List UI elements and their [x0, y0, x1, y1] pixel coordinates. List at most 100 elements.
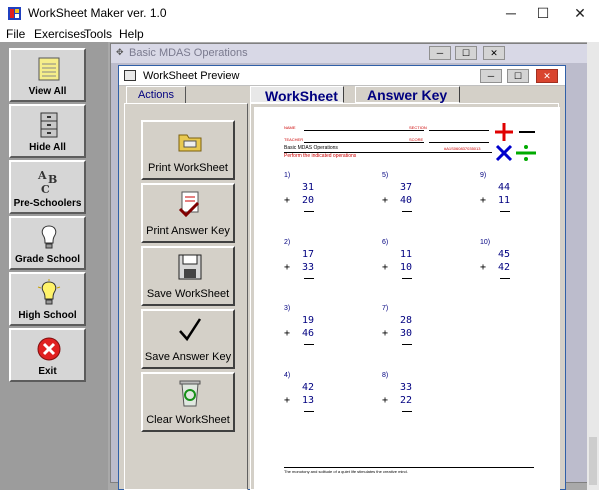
problem-item: 4) 42 +13: [284, 372, 326, 432]
problem-operand-b: 42: [497, 262, 510, 273]
teacher-line: [304, 142, 424, 143]
window-menu-icon[interactable]: ✥: [116, 47, 124, 58]
problem-operator: +: [284, 262, 291, 273]
save-worksheet-button[interactable]: Save WorkSheet: [141, 246, 235, 306]
svg-text:C: C: [41, 183, 50, 195]
tab-actions[interactable]: Actions: [126, 86, 186, 104]
score-line: [429, 142, 489, 143]
problem-operand-b: 40: [399, 195, 412, 206]
problem-number: 9): [480, 172, 487, 179]
pre-schoolers-button[interactable]: A B C Pre-Schoolers: [9, 160, 86, 214]
floppy-disk-icon: [178, 254, 202, 280]
footer-quote: The monotony and solitude of a quiet lif…: [284, 469, 408, 474]
problem-operand-b: 30: [399, 328, 412, 339]
grade-school-button[interactable]: Grade School: [9, 216, 86, 270]
problem-operator: +: [284, 395, 291, 406]
scrollbar-thumb[interactable]: [589, 437, 597, 485]
tab-answer-key-label: Answer Key: [367, 87, 448, 103]
problem-operand-a: 31: [301, 182, 314, 193]
exit-button[interactable]: Exit: [9, 328, 86, 382]
problem-operand-b: 46: [301, 328, 314, 339]
preview-window-icon: [124, 70, 136, 81]
problem-operator: +: [382, 328, 389, 339]
preview-title: WorkSheet Preview: [143, 70, 240, 82]
tab-worksheet[interactable]: WorkSheet: [250, 86, 344, 104]
basic-mdas-titlebar[interactable]: ✥ Basic MDAS Operations ─ ☐ ✕: [111, 44, 599, 63]
problem-number: 8): [382, 372, 389, 379]
problem-operand-b: 13: [301, 395, 314, 406]
problem-operand-b: 33: [301, 262, 314, 273]
teacher-label: TEACHER: [284, 137, 304, 142]
menu-exercises[interactable]: Exercises: [34, 27, 86, 41]
problem-operator: +: [382, 262, 389, 273]
answer-line: [500, 278, 510, 279]
hide-all-button[interactable]: Hide All: [9, 104, 86, 158]
close-button[interactable]: ✕: [566, 4, 594, 22]
menu-bar: File Exercises Tools Help: [0, 26, 599, 42]
problem-item: 2) 17 +33: [284, 239, 326, 299]
problem-operand-a: 45: [497, 249, 510, 260]
bg-maximize-button[interactable]: ☐: [455, 46, 477, 60]
app-title: WorkSheet Maker ver. 1.0: [28, 6, 167, 20]
problem-operator: +: [284, 328, 291, 339]
save-answer-key-button[interactable]: Save Answer Key: [141, 309, 235, 369]
problem-item: 10) 45 +42: [480, 239, 522, 299]
problem-item: 3) 19 +46: [284, 305, 326, 365]
instructions-text: Perform the indicated operations: [284, 153, 357, 159]
problem-operand-b: 22: [399, 395, 412, 406]
worksheet-page: NAME SECTION TEACHER SCORE Basic MDAS Op…: [254, 107, 560, 490]
clear-worksheet-label: Clear WorkSheet: [146, 414, 230, 426]
problem-item: 6) 11 +10: [382, 239, 424, 299]
preview-minimize-button[interactable]: ─: [480, 69, 502, 83]
exit-label: Exit: [38, 366, 57, 377]
save-worksheet-label: Save WorkSheet: [146, 288, 230, 300]
problem-number: 6): [382, 239, 389, 246]
notepad-icon: [38, 57, 60, 81]
high-school-label: High School: [18, 310, 77, 321]
problem-item: 5) 37 +40: [382, 172, 424, 232]
high-school-button[interactable]: High School: [9, 272, 86, 326]
problem-operator: +: [480, 195, 487, 206]
view-all-button[interactable]: View All: [9, 48, 86, 102]
maximize-button[interactable]: ☐: [529, 4, 557, 22]
problem-number: 4): [284, 372, 291, 379]
tab-answer-key[interactable]: Answer Key: [355, 86, 460, 103]
title-bar: WorkSheet Maker ver. 1.0 ─ ☐ ✕: [0, 0, 599, 26]
print-worksheet-label: Print WorkSheet: [148, 162, 228, 174]
problem-number: 1): [284, 172, 291, 179]
preview-maximize-button[interactable]: ☐: [507, 69, 529, 83]
bg-close-button[interactable]: ✕: [483, 46, 505, 60]
worksheet-title: Basic MDAS Operations: [284, 145, 338, 151]
minimize-button[interactable]: ─: [497, 4, 525, 22]
problem-item: 9) 44 +11: [480, 172, 522, 232]
problem-operand-a: 44: [497, 182, 510, 193]
print-answer-key-button[interactable]: Print Answer Key: [141, 183, 235, 243]
problem-operator: +: [382, 195, 389, 206]
bg-minimize-button[interactable]: ─: [429, 46, 451, 60]
problem-operand-a: 11: [399, 249, 412, 260]
menu-tools[interactable]: Tools: [84, 27, 112, 41]
grade-school-label: Grade School: [14, 254, 80, 265]
problem-operand-b: 10: [399, 262, 412, 273]
print-worksheet-button[interactable]: Print WorkSheet: [141, 120, 235, 180]
vertical-scrollbar[interactable]: [587, 42, 599, 490]
answer-line: [402, 411, 412, 412]
problem-number: 10): [480, 239, 491, 246]
problem-operator: +: [480, 262, 487, 273]
menu-help[interactable]: Help: [119, 27, 144, 41]
problem-operand-a: 42: [301, 382, 314, 393]
print-answer-key-label: Print Answer Key: [146, 225, 230, 237]
hide-all-label: Hide All: [29, 142, 66, 153]
menu-file[interactable]: File: [6, 27, 25, 41]
problem-operator: +: [284, 195, 291, 206]
preview-close-button[interactable]: ✕: [536, 69, 558, 83]
actions-panel: Print WorkSheet Print Answer Key Save Wo…: [124, 103, 248, 490]
worksheet-preview-titlebar[interactable]: WorkSheet Preview ─ ☐ ✕: [119, 66, 565, 86]
save-answer-key-label: Save Answer Key: [144, 351, 232, 363]
file-cabinet-icon: [40, 112, 58, 138]
problem-number: 5): [382, 172, 389, 179]
score-label: SCORE: [409, 137, 424, 142]
problem-operand-a: 37: [399, 182, 412, 193]
problem-operator: +: [382, 395, 389, 406]
clear-worksheet-button[interactable]: Clear WorkSheet: [141, 372, 235, 432]
